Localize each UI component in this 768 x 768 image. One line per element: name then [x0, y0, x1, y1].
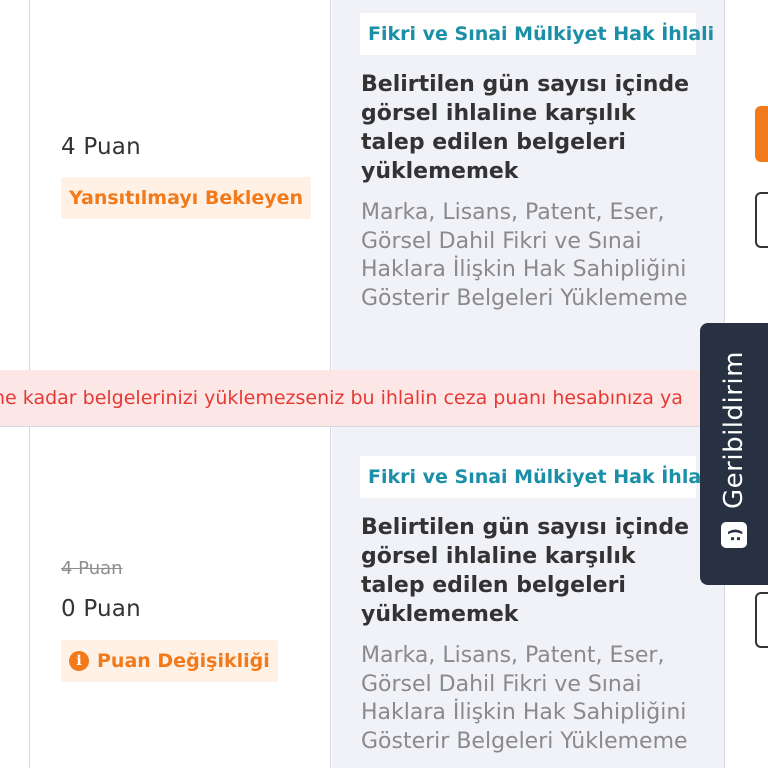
primary-action-button[interactable] [755, 106, 768, 162]
point-change-badge[interactable]: i Puan Değişikliği [61, 640, 278, 682]
feedback-tab-label[interactable]: Geribildirim [719, 351, 749, 509]
secondary-action-button[interactable] [755, 192, 768, 248]
violation-category-tag: Fikri ve Sınai Mülkiyet Hak İhlali [360, 13, 714, 55]
status-badge-label: Puan Değişikliği [97, 650, 270, 672]
smile-icon: :) [721, 522, 747, 548]
previous-penalty-points: 4 Puan [61, 558, 123, 579]
info-icon: i [69, 651, 89, 671]
status-badge: Yansıtılmayı Bekleyen [61, 177, 312, 219]
penalty-points: 0 Puan [61, 596, 141, 622]
violation-description: Marka, Lisans, Patent, Eser, Görsel Dahi… [361, 643, 688, 754]
violation-description: Marka, Lisans, Patent, Eser, Görsel Dahi… [361, 200, 688, 311]
document-upload-warning-banner: ne kadar belgelerinizi yüklemezseniz bu … [0, 370, 768, 426]
row-divider [0, 426, 768, 427]
violation-title: Belirtilen gün sayısı içinde görsel ihla… [361, 72, 690, 184]
warning-text: ne kadar belgelerinizi yüklemezseniz bu … [0, 387, 683, 409]
secondary-action-button[interactable] [755, 592, 768, 648]
violation-title: Belirtilen gün sayısı içinde görsel ihla… [361, 515, 690, 627]
violation-category-tag: Fikri ve Sınai Mülkiyet Hak İhlali [360, 456, 714, 498]
penalty-points: 4 Puan [61, 134, 141, 160]
